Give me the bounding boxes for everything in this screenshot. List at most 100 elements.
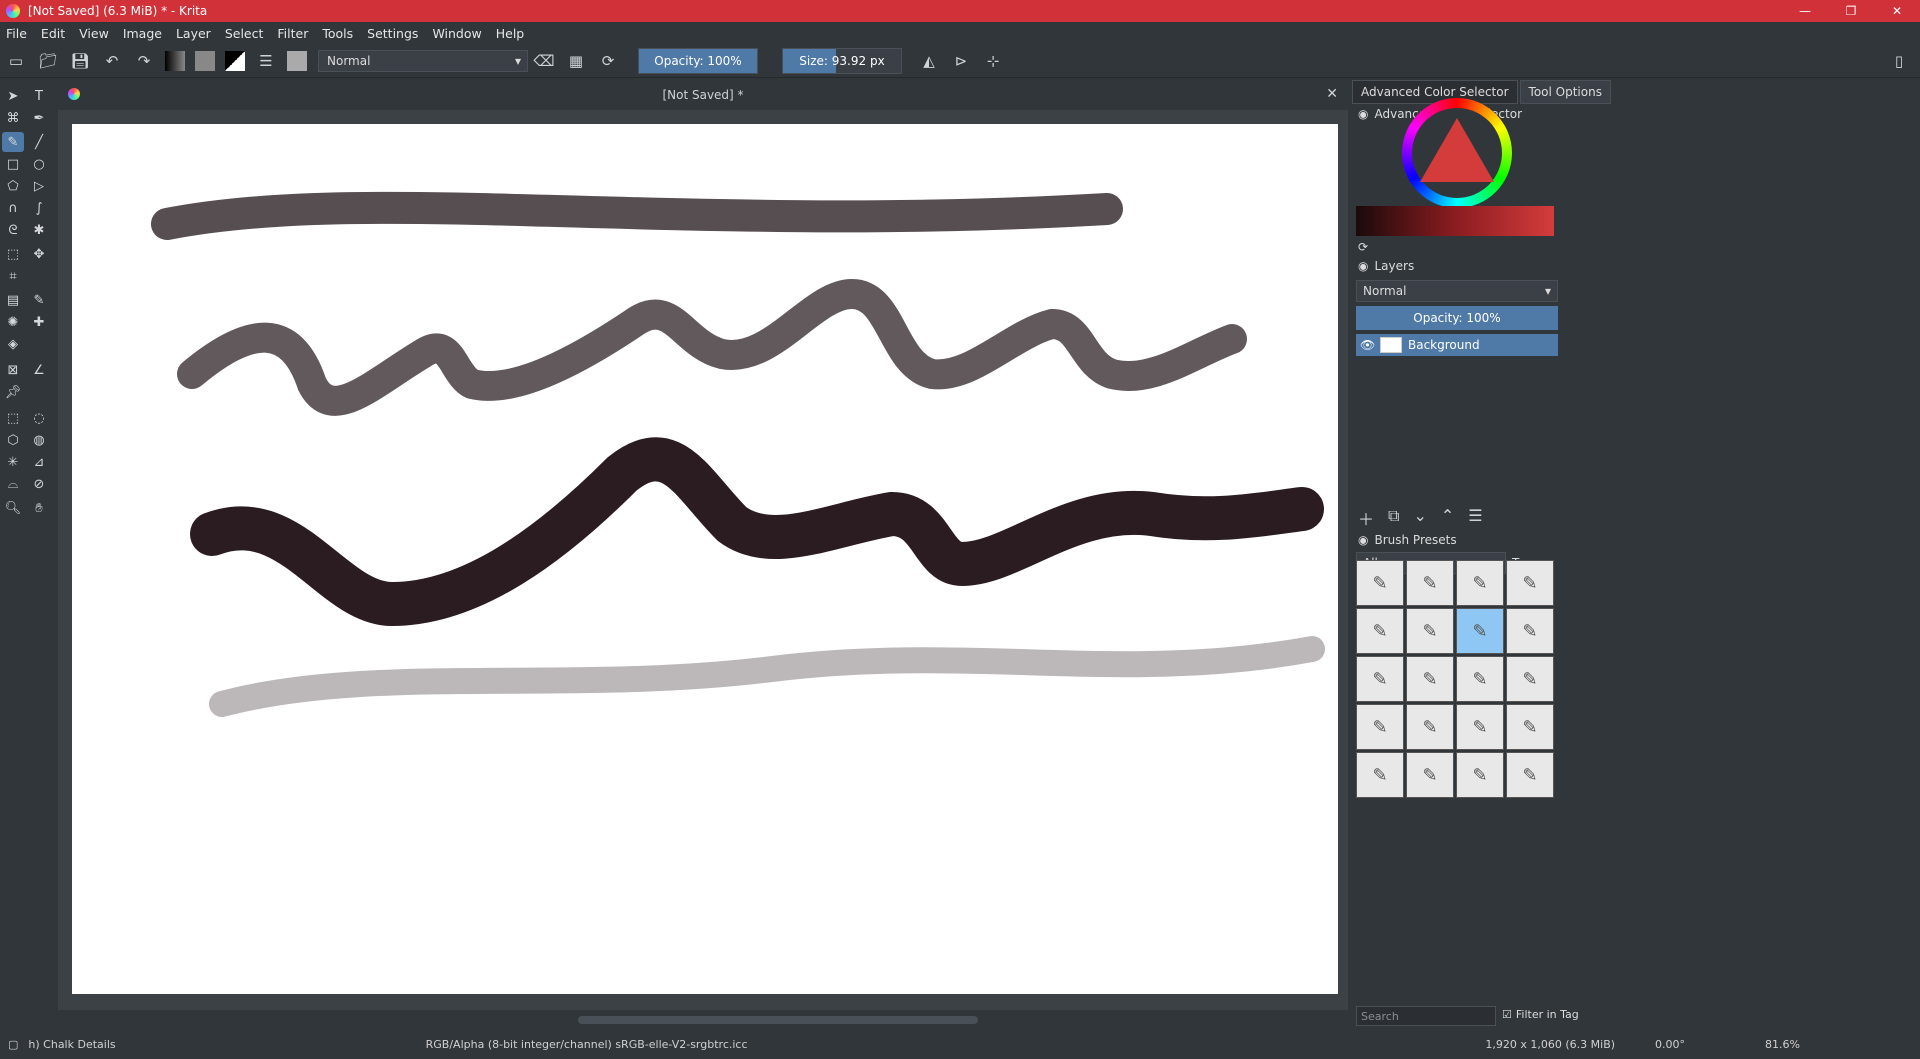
freehand-select-tool-icon[interactable]: ◍ [28, 430, 50, 450]
refresh-icon[interactable]: ⟳ [1358, 240, 1368, 254]
layer-row[interactable]: 👁︎ Background [1356, 334, 1558, 356]
redo-icon[interactable]: ↷ [133, 50, 155, 72]
menu-help[interactable]: Help [496, 26, 525, 41]
menu-select[interactable]: Select [225, 26, 264, 41]
brush-preset-item[interactable]: ✎ [1356, 752, 1404, 798]
brush-preset-item[interactable]: ✎ [1356, 560, 1404, 606]
assistant-tool-icon[interactable]: ⊠ [2, 360, 24, 380]
text-tool-icon[interactable]: T [28, 86, 50, 106]
brush-preset-item[interactable]: ✎ [1406, 752, 1454, 798]
transform-tool-icon[interactable]: ⬚ [2, 244, 24, 264]
multibrush-tool-icon[interactable]: ✱ [28, 220, 50, 240]
polygon-tool-icon[interactable]: ⬠ [2, 176, 24, 196]
zoom-tool-icon[interactable]: 🔍︎ [2, 498, 24, 518]
brush-preset-item[interactable]: ✎ [1406, 560, 1454, 606]
close-document-icon[interactable]: ✕ [1326, 86, 1338, 102]
layers-lock-icon[interactable]: ◉ [1358, 259, 1368, 273]
measure-tool-icon[interactable]: ∠ [28, 360, 50, 380]
brush-preset-item[interactable]: ✎ [1506, 704, 1554, 750]
presets-search-input[interactable]: Search [1356, 1006, 1496, 1026]
brush-preset-item[interactable]: ✎ [1506, 560, 1554, 606]
brush-preset-item[interactable]: ✎ [1356, 656, 1404, 702]
brush-preset-item[interactable]: ✎ [1456, 704, 1504, 750]
size-slider[interactable]: Size: 93.92 px [782, 47, 902, 74]
colorize-mask-tool-icon[interactable]: ✺ [2, 312, 24, 332]
dynamic-brush-tool-icon[interactable]: ᘓ [2, 220, 24, 240]
ellipse-tool-icon[interactable]: ○ [28, 154, 50, 174]
color-picker-tool-icon[interactable]: ✎ [28, 290, 50, 310]
brush-preset-icon[interactable] [287, 50, 307, 71]
undo-icon[interactable]: ↶ [101, 50, 123, 72]
ellipse-select-tool-icon[interactable]: ◌ [28, 408, 50, 428]
open-document-icon[interactable]: 📁︎ [37, 50, 59, 72]
contiguous-select-tool-icon[interactable]: ✳ [2, 452, 24, 472]
brush-preset-item[interactable]: ✎ [1356, 608, 1404, 654]
gradient-swatch-icon[interactable] [165, 50, 185, 71]
brush-preset-item[interactable]: ✎ [1406, 608, 1454, 654]
brush-preset-item-selected[interactable]: ✎ [1456, 608, 1504, 654]
line-tool-icon[interactable]: ╱ [28, 132, 50, 152]
alpha-lock-icon[interactable]: ▦ [565, 50, 587, 72]
menu-image[interactable]: Image [123, 26, 162, 41]
smart-patch-tool-icon[interactable]: ✚ [28, 312, 50, 332]
eraser-icon[interactable]: ⌫ [533, 50, 555, 72]
filter-in-tag[interactable]: ☑ Filter in Tag [1502, 1008, 1579, 1021]
brush-preset-item[interactable]: ✎ [1356, 704, 1404, 750]
move-layer-down-icon[interactable]: ⌄ [1413, 506, 1426, 530]
wrap-around-icon[interactable]: ⊹ [982, 50, 1004, 72]
brush-preset-item[interactable]: ✎ [1506, 608, 1554, 654]
brush-preset-item[interactable]: ✎ [1406, 656, 1454, 702]
scrollbar-thumb[interactable] [578, 1016, 978, 1024]
bezier-select-tool-icon[interactable]: ⌓ [2, 474, 24, 494]
brush-preset-item[interactable]: ✎ [1506, 752, 1554, 798]
calligraphy-tool-icon[interactable]: ✒ [28, 108, 50, 128]
brush-preset-item[interactable]: ✎ [1456, 752, 1504, 798]
menu-settings[interactable]: Settings [367, 26, 418, 41]
gradient-tool-icon[interactable]: ▤ [2, 290, 24, 310]
freehand-brush-tool-icon[interactable]: ✎ [2, 132, 24, 152]
visibility-eye-icon[interactable]: 👁︎ [1360, 338, 1375, 352]
menu-window[interactable]: Window [432, 26, 481, 41]
polyline-tool-icon[interactable]: ▷ [28, 176, 50, 196]
drawing-canvas[interactable] [72, 124, 1338, 994]
brush-preset-item[interactable]: ✎ [1406, 704, 1454, 750]
layers-opacity-slider[interactable]: Opacity: 100% [1356, 306, 1558, 330]
mirror-vertical-icon[interactable]: ⊳ [950, 50, 972, 72]
brush-settings-icon[interactable]: ☰ [255, 50, 277, 72]
add-layer-icon[interactable]: ＋ [1358, 506, 1374, 530]
horizontal-scrollbar[interactable] [58, 1010, 1348, 1030]
select-shapes-tool-icon[interactable]: ➤ [2, 86, 24, 106]
brush-status-icon[interactable]: ▢ [8, 1038, 18, 1051]
bezier-tool-icon[interactable]: ∩ [2, 198, 24, 218]
freehand-path-tool-icon[interactable]: ∫ [28, 198, 50, 218]
save-icon[interactable]: 💾︎ [69, 50, 91, 72]
crop-tool-icon[interactable]: ⌗ [2, 266, 24, 286]
brush-preset-item[interactable]: ✎ [1456, 560, 1504, 606]
mirror-horizontal-icon[interactable]: ◭ [918, 50, 940, 72]
duplicate-layer-icon[interactable]: ⧉ [1388, 506, 1399, 530]
menu-filter[interactable]: Filter [277, 26, 308, 41]
opacity-slider[interactable]: Opacity: 100% [638, 47, 758, 74]
brush-lock-icon[interactable]: ◉ [1358, 533, 1368, 547]
layer-properties-icon[interactable]: ☰ [1468, 506, 1482, 530]
menu-tools[interactable]: Tools [322, 26, 353, 41]
magnetic-select-tool-icon[interactable]: ⊘ [28, 474, 50, 494]
fg-bg-color-icon[interactable] [225, 50, 245, 71]
checkbox-icon[interactable]: ☑ [1502, 1008, 1512, 1021]
pan-tool-icon[interactable]: ✋︎ [28, 498, 50, 518]
polygon-select-tool-icon[interactable]: ⬡ [2, 430, 24, 450]
menu-edit[interactable]: Edit [41, 26, 65, 41]
new-document-icon[interactable]: ▭ [5, 50, 27, 72]
menu-view[interactable]: View [79, 26, 109, 41]
reference-images-tool-icon[interactable]: 📌︎ [2, 382, 24, 402]
brush-preset-item[interactable]: ✎ [1506, 656, 1554, 702]
close-button[interactable]: ✕ [1874, 0, 1920, 22]
color-triangle[interactable] [1420, 118, 1494, 182]
lock-icon[interactable]: ◉ [1358, 107, 1368, 121]
move-tool-icon[interactable]: ✥ [28, 244, 50, 264]
rect-select-tool-icon[interactable]: ⬚ [2, 408, 24, 428]
menu-layer[interactable]: Layer [176, 26, 211, 41]
layers-blend-select[interactable]: Normal ▾ [1356, 280, 1558, 302]
tab-tool-options[interactable]: Tool Options [1519, 80, 1611, 104]
similar-select-tool-icon[interactable]: ⊿ [28, 452, 50, 472]
